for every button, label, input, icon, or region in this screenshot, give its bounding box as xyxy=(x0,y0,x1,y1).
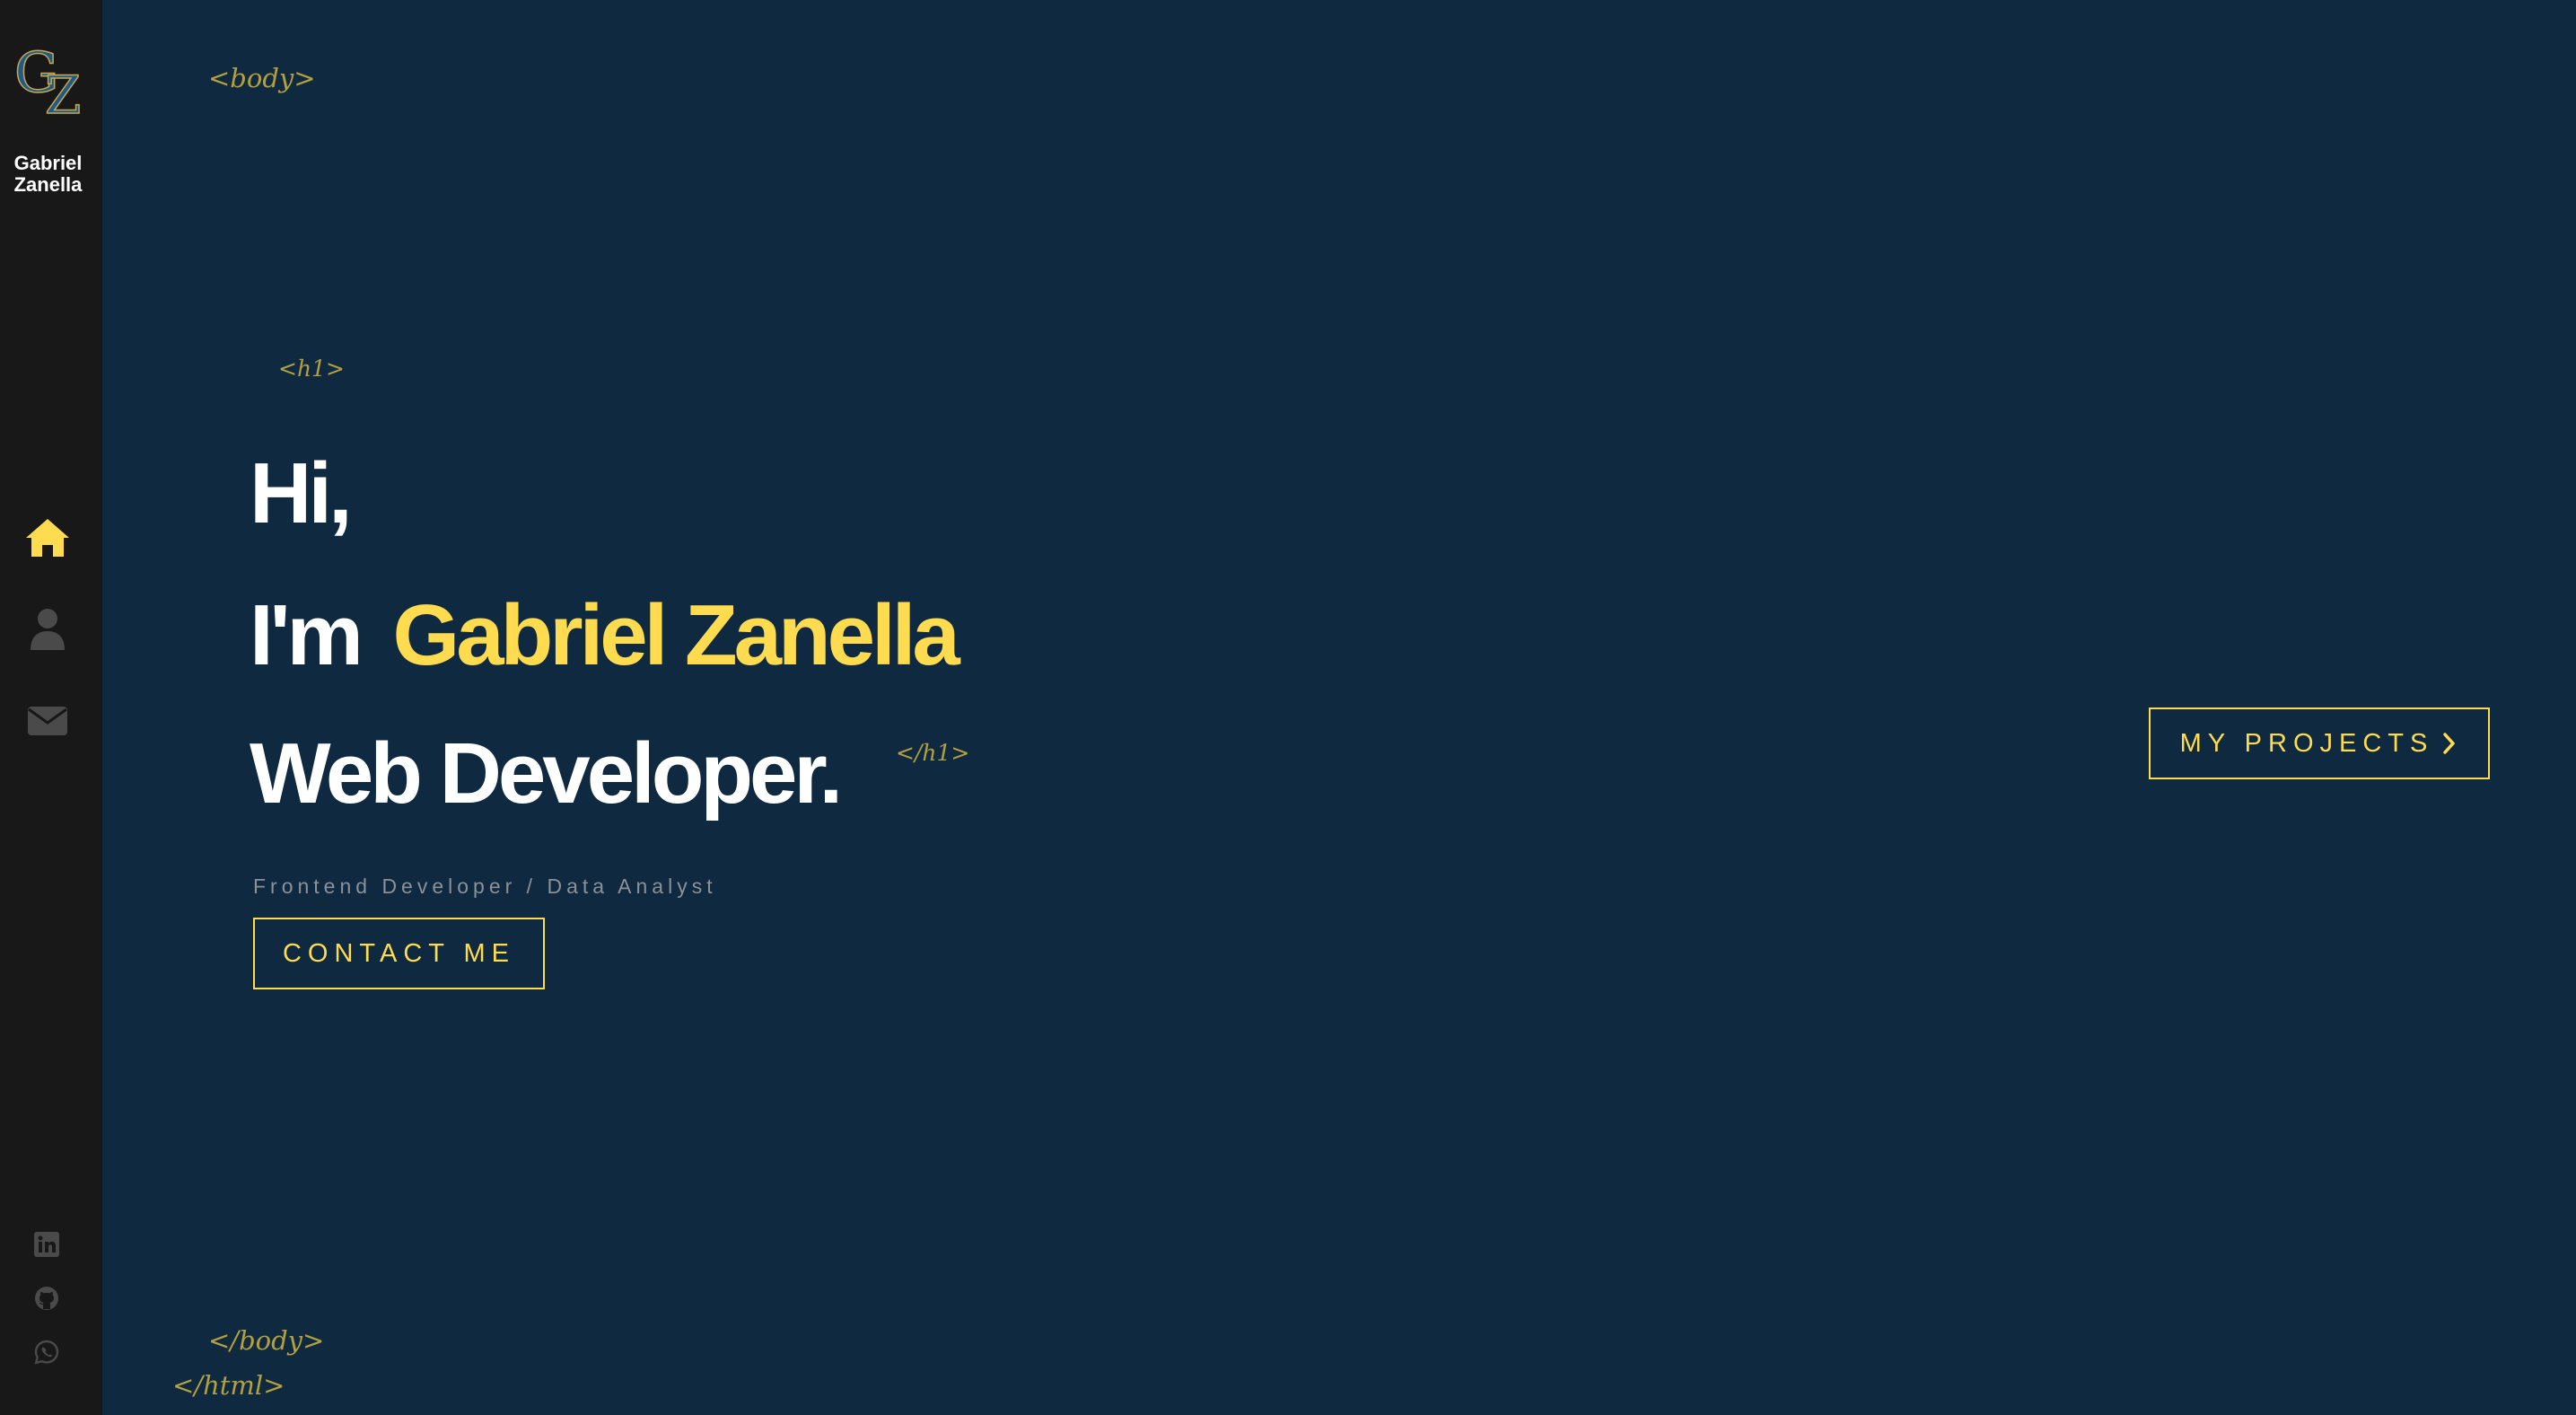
hero-greeting: Hi, xyxy=(250,445,353,541)
nav-home[interactable] xyxy=(23,514,72,562)
social-github[interactable] xyxy=(32,1284,61,1313)
logo[interactable]: G Z xyxy=(13,39,86,127)
contact-me-label: CONTACT ME xyxy=(282,938,516,968)
h1-open-tag: <h1> xyxy=(278,356,345,382)
body-close-tag: </body> xyxy=(208,1325,325,1356)
body-open-tag: <body> xyxy=(208,63,316,93)
chevron-right-icon xyxy=(2443,733,2456,754)
my-projects-label: MY PROJECTS xyxy=(2179,728,2434,758)
home-icon xyxy=(26,519,69,557)
whatsapp-icon xyxy=(34,1340,59,1365)
logo-icon: G Z xyxy=(13,39,82,127)
social-linkedin[interactable] xyxy=(32,1230,61,1259)
brand-name: Gabriel Zanella xyxy=(13,152,83,196)
hero-intro: I'm Gabriel Zanella xyxy=(250,593,960,679)
hero-role: Web Developer. xyxy=(250,725,843,822)
html-close-tag: </html> xyxy=(172,1370,285,1401)
my-projects-button[interactable]: MY PROJECTS xyxy=(2149,708,2490,779)
h1-close-tag: </h1> xyxy=(896,740,970,766)
hero-name: Gabriel Zanella xyxy=(392,587,960,683)
user-icon xyxy=(31,609,65,650)
hero-subtitle: Frontend Developer / Data Analyst xyxy=(253,874,717,898)
contact-me-button[interactable]: CONTACT ME xyxy=(253,918,545,989)
svg-text:Z: Z xyxy=(45,65,81,119)
social-whatsapp[interactable] xyxy=(32,1338,61,1367)
hero-intro-prefix: I'm xyxy=(250,587,364,683)
sidebar: G Z Gabriel Zanella xyxy=(0,0,102,1415)
envelope-icon xyxy=(28,707,67,735)
linkedin-icon xyxy=(34,1232,59,1257)
nav-about[interactable] xyxy=(23,605,72,654)
github-icon xyxy=(35,1287,58,1310)
nav-contact[interactable] xyxy=(23,697,72,745)
